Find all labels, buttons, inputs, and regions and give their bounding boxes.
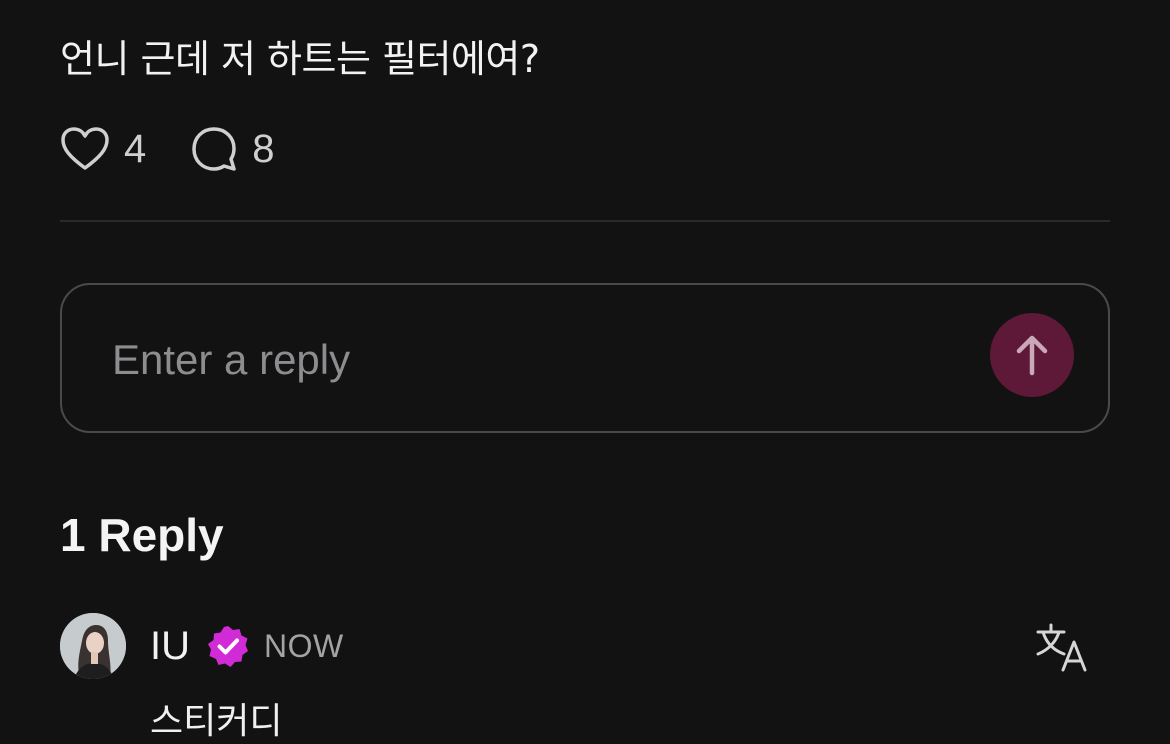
comment-count: 8 [252,126,275,171]
reply-input[interactable] [112,325,932,395]
replies-heading: 1 Reply [60,509,224,561]
reply-composer [60,283,1110,433]
like-button[interactable]: 4 [60,126,146,172]
like-count: 4 [124,126,147,171]
reply-text: 스티커디 [150,701,283,742]
verified-badge-icon [208,626,248,667]
arrow-up-icon [1016,335,1048,376]
reply-timestamp: NOW [264,627,344,664]
author-name[interactable]: IU [150,624,190,669]
speech-bubble-icon [192,127,236,171]
divider [60,220,1110,222]
translate-icon[interactable] [1036,620,1090,672]
send-button[interactable] [990,313,1074,397]
post-actions: 4 8 [60,124,275,174]
comment-button[interactable]: 8 [190,125,275,173]
avatar[interactable] [60,613,126,679]
heart-outline-icon [61,127,109,170]
post-text: 언니 근데 저 하트는 필터에여? [60,37,540,81]
reply-author-row: IU NOW [150,620,344,672]
